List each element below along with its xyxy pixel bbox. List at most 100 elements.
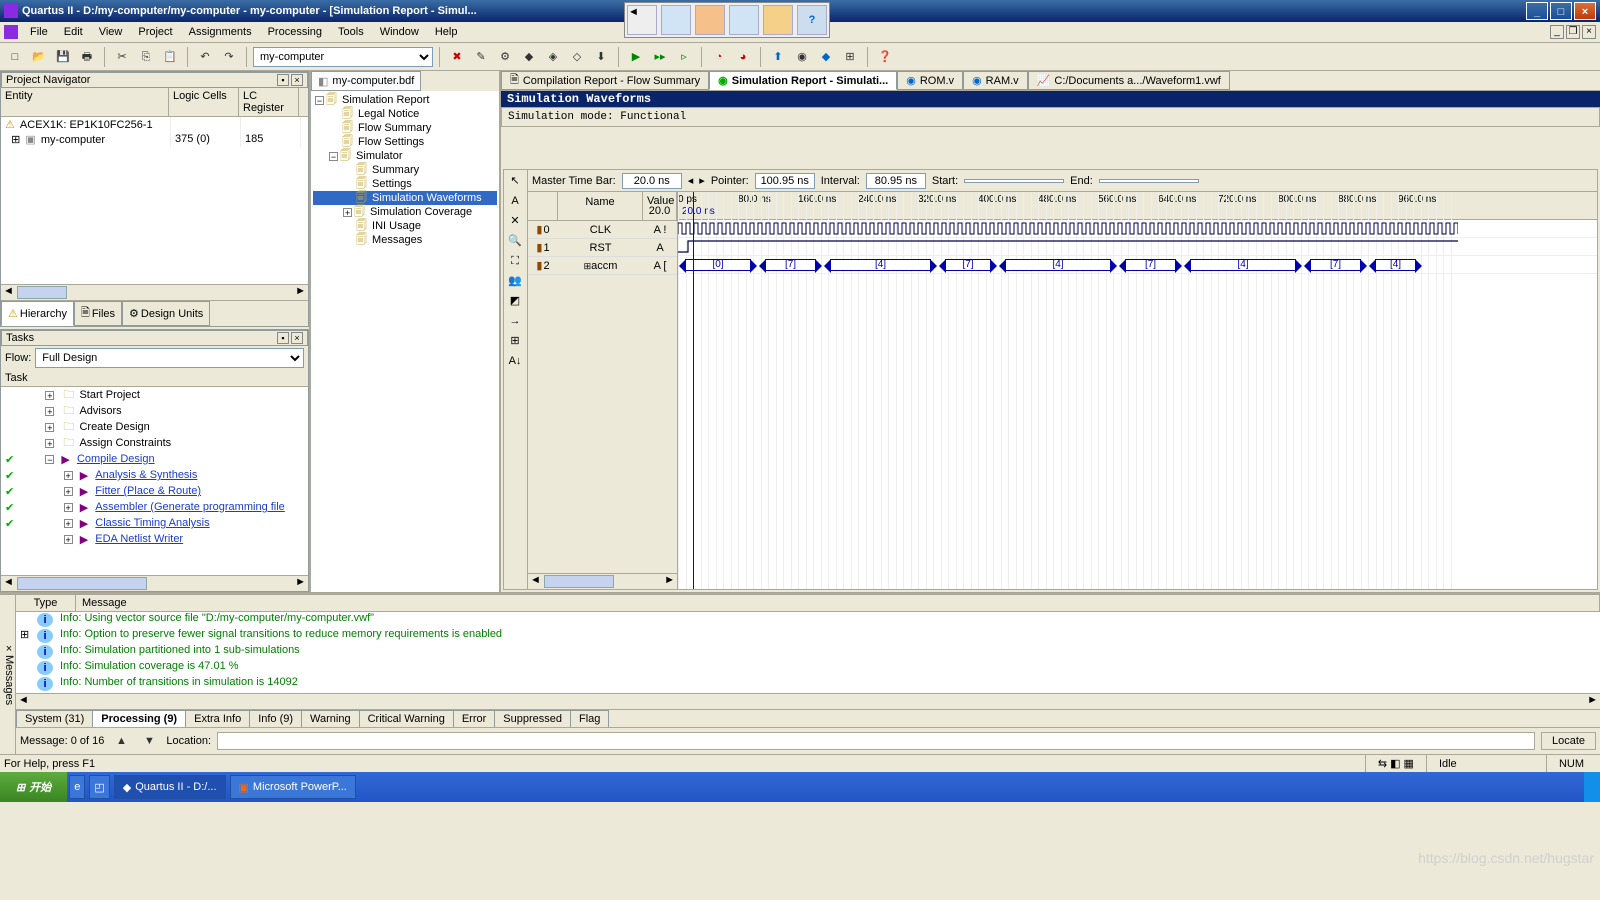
paste-icon[interactable]: 📋 bbox=[159, 46, 181, 68]
message-tab[interactable]: Flag bbox=[570, 710, 609, 727]
tasks-hscroll[interactable]: ◄ ► bbox=[1, 575, 308, 591]
clock2-icon[interactable]: ◕ bbox=[732, 46, 754, 68]
doc-tab[interactable]: ◉ROM.v bbox=[897, 71, 963, 90]
tasks-close-icon[interactable]: × bbox=[291, 332, 303, 344]
doc-tab[interactable]: ◉RAM.v bbox=[963, 71, 1028, 90]
stop-icon[interactable]: ✖ bbox=[446, 46, 468, 68]
task-row[interactable]: ✔ − ▶ Compile Design bbox=[1, 451, 308, 467]
task-row[interactable]: + 🗀 Start Project bbox=[1, 387, 308, 403]
tree-item[interactable]: +🗐 Simulation Coverage bbox=[313, 205, 497, 219]
doc-tab[interactable]: 🗎Compilation Report - Flow Summary bbox=[501, 71, 709, 90]
message-tab[interactable]: Extra Info bbox=[185, 710, 250, 727]
message-tab[interactable]: Error bbox=[453, 710, 495, 727]
play-to-icon[interactable]: ▸▸ bbox=[649, 46, 671, 68]
signal-row[interactable]: ▮1RSTA bbox=[528, 239, 677, 257]
tasks-header[interactable]: Task bbox=[1, 370, 308, 387]
help-icon[interactable]: ❓ bbox=[874, 46, 896, 68]
start-button[interactable]: ⊞开始 bbox=[0, 772, 67, 802]
tab-design-units[interactable]: ⚙Design Units bbox=[122, 301, 210, 326]
taskbar-item-quartus[interactable]: ◆Quartus II - D:/... bbox=[114, 775, 226, 799]
mdi-restore[interactable]: ❐ bbox=[1566, 25, 1580, 39]
chip-icon[interactable]: ◆ bbox=[518, 46, 540, 68]
undo-icon[interactable]: ↶ bbox=[194, 46, 216, 68]
float-back-icon[interactable]: ◄ bbox=[627, 5, 657, 35]
gear-icon[interactable]: ⚙ bbox=[494, 46, 516, 68]
navigator-row[interactable]: ⊞ ▣ my-computer375 (0)185 bbox=[1, 132, 308, 147]
sort-tool-icon[interactable]: A↓ bbox=[506, 352, 524, 370]
redo-icon[interactable]: ↷ bbox=[218, 46, 240, 68]
right-arrow-icon[interactable]: → bbox=[506, 312, 524, 330]
tree-item[interactable]: 🗐 Settings bbox=[313, 177, 497, 191]
zoom-tool-icon[interactable]: 🔍 bbox=[506, 232, 524, 250]
message-row[interactable]: iInfo: Using vector source file "D:/my-c… bbox=[16, 612, 1600, 628]
menu-file[interactable]: File bbox=[22, 24, 56, 40]
time-left-icon[interactable]: ◂ bbox=[688, 174, 694, 187]
task-row[interactable]: + 🗀 Advisors bbox=[1, 403, 308, 419]
project-combo[interactable]: my-computer bbox=[253, 47, 433, 67]
mdi-minimize[interactable]: _ bbox=[1550, 25, 1564, 39]
navigator-row[interactable]: ⚠ ACEX1K: EP1K10FC256-1 bbox=[1, 117, 308, 132]
pointer-tool-icon[interactable]: ↖ bbox=[506, 172, 524, 190]
tree-item[interactable]: 🗐 Flow Summary bbox=[313, 121, 497, 135]
tree-item[interactable]: 🗐 Legal Notice bbox=[313, 107, 497, 121]
locate-button[interactable]: Locate bbox=[1541, 732, 1596, 750]
panel-close-icon[interactable]: × bbox=[291, 74, 303, 86]
menu-view[interactable]: View bbox=[91, 24, 131, 40]
msg-up-icon[interactable]: ▲ bbox=[110, 730, 132, 752]
print-icon[interactable]: 🖶 bbox=[76, 46, 98, 68]
float-tool-2[interactable] bbox=[695, 5, 725, 35]
tree-item[interactable]: −🗐 Simulator bbox=[313, 149, 497, 163]
tree-item[interactable]: −🗐 Simulation Report bbox=[313, 93, 497, 107]
tool-b-icon[interactable]: ◉ bbox=[791, 46, 813, 68]
menu-project[interactable]: Project bbox=[130, 24, 180, 40]
task-row[interactable]: ✔ + ▶ Assembler (Generate programming fi… bbox=[1, 499, 308, 515]
message-row[interactable]: iInfo: Simulation coverage is 47.01 % bbox=[16, 660, 1600, 676]
message-tab[interactable]: System (31) bbox=[16, 710, 93, 727]
menu-tools[interactable]: Tools bbox=[330, 24, 372, 40]
menu-edit[interactable]: Edit bbox=[56, 24, 91, 40]
messages-hscroll[interactable]: ◄► bbox=[16, 693, 1600, 709]
tree-item[interactable]: 🗐 Simulation Waveforms bbox=[313, 191, 497, 205]
panel-pin-icon[interactable]: ▪ bbox=[277, 74, 289, 86]
tab-files[interactable]: 🗎Files bbox=[74, 301, 122, 326]
chip3-icon[interactable]: ◇ bbox=[566, 46, 588, 68]
task-row[interactable]: + 🗀 Create Design bbox=[1, 419, 308, 435]
flow-combo[interactable]: Full Design bbox=[35, 348, 304, 368]
message-row[interactable]: ⊞iInfo: Option to preserve fewer signal … bbox=[16, 628, 1600, 644]
tasks-pin-icon[interactable]: ▪ bbox=[277, 332, 289, 344]
mdi-close[interactable]: × bbox=[1582, 25, 1596, 39]
group-tool-icon[interactable]: 👥 bbox=[506, 272, 524, 290]
wire-tool-icon[interactable]: ✕ bbox=[506, 212, 524, 230]
task-row[interactable]: ✔ + ▶ Classic Timing Analysis bbox=[1, 515, 308, 531]
fit-tool-icon[interactable]: ⛶ bbox=[506, 252, 524, 270]
waveform-canvas[interactable]: 20.0 ns 0 ps80.0 ns160.0 ns240.0 ns320.0… bbox=[678, 192, 1597, 589]
quick-launch-ie[interactable]: e bbox=[69, 775, 85, 799]
copy-icon[interactable]: ⎘ bbox=[135, 46, 157, 68]
close-button[interactable]: × bbox=[1574, 2, 1596, 20]
message-row[interactable]: iInfo: Simulation partitioned into 1 sub… bbox=[16, 644, 1600, 660]
time-cursor[interactable] bbox=[693, 192, 694, 589]
cut-icon[interactable]: ✂ bbox=[111, 46, 133, 68]
snap-tool-icon[interactable]: ◩ bbox=[506, 292, 524, 310]
navigator-hscroll[interactable]: ◄ ► bbox=[1, 284, 308, 300]
message-tab[interactable]: Info (9) bbox=[249, 710, 302, 727]
text-tool-icon[interactable]: A bbox=[506, 192, 524, 210]
menu-processing[interactable]: Processing bbox=[260, 24, 330, 40]
save-icon[interactable]: 💾 bbox=[52, 46, 74, 68]
tab-hierarchy[interactable]: ⚠Hierarchy bbox=[1, 301, 74, 326]
play-step-icon[interactable]: ▹ bbox=[673, 46, 695, 68]
minimize-button[interactable]: _ bbox=[1526, 2, 1548, 20]
signal-row[interactable]: ▮0CLKA ! bbox=[528, 221, 677, 239]
wand-icon[interactable]: ✎ bbox=[470, 46, 492, 68]
tool-d-icon[interactable]: ⊞ bbox=[839, 46, 861, 68]
open-file-icon[interactable]: 📂 bbox=[28, 46, 50, 68]
taskbar-item-powerpoint[interactable]: ▣Microsoft PowerP... bbox=[230, 775, 356, 799]
menu-help[interactable]: Help bbox=[427, 24, 466, 40]
msg-down-icon[interactable]: ▼ bbox=[138, 730, 160, 752]
tree-item[interactable]: 🗐 Messages bbox=[313, 233, 497, 247]
quick-launch-desktop[interactable]: ◰ bbox=[89, 775, 109, 799]
tree-item[interactable]: 🗐 INI Usage bbox=[313, 219, 497, 233]
float-help-icon[interactable]: ? bbox=[797, 5, 827, 35]
play-icon[interactable]: ▶ bbox=[625, 46, 647, 68]
message-tab[interactable]: Suppressed bbox=[494, 710, 571, 727]
